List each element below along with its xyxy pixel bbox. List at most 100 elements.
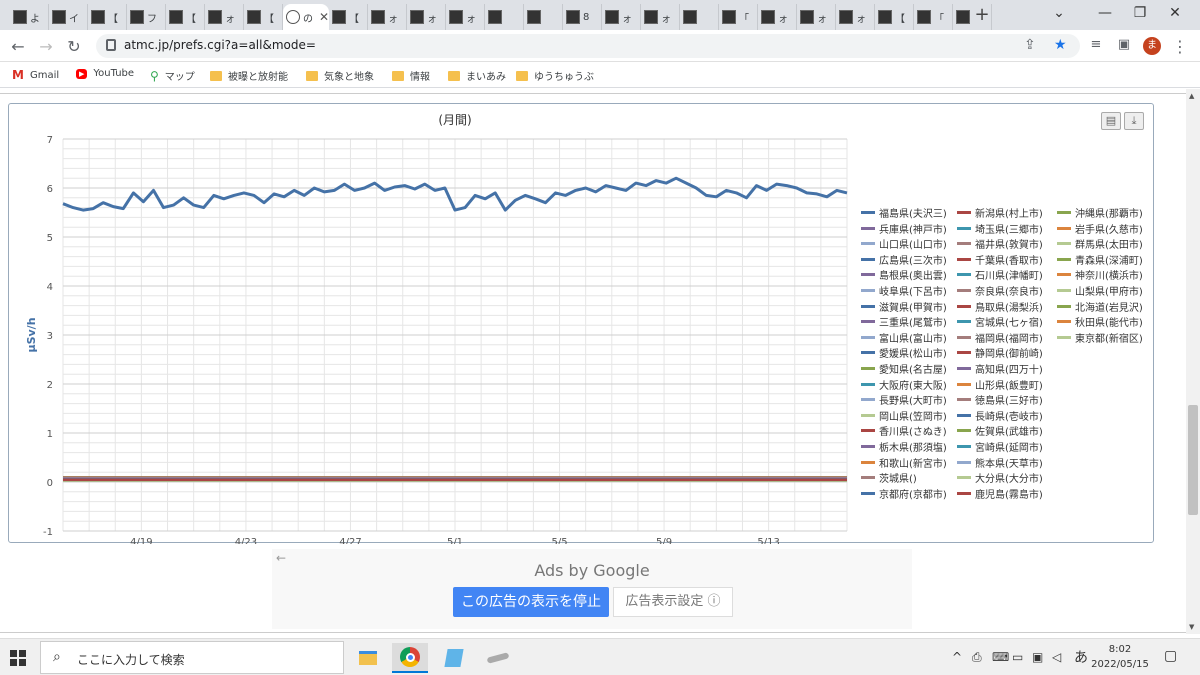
legend-item[interactable]: 栃木県(那須塩) [861, 439, 947, 454]
scroll-up-icon[interactable]: ▲ [1189, 92, 1194, 100]
restore-icon[interactable]: ❐ [1125, 5, 1155, 21]
bookmark-item[interactable]: 気象と地象 [306, 68, 374, 83]
tab-close-icon[interactable]: ✕ [319, 10, 329, 24]
url-text[interactable]: atmc.jp/prefs.cgi?a=all&mode= [124, 38, 316, 52]
notification-icon[interactable]: ▢ [1164, 648, 1177, 664]
legend-item[interactable]: 山梨県(甲府市) [1057, 283, 1143, 298]
browser-tab[interactable]: ォ [797, 4, 836, 30]
legend-item[interactable]: 愛媛県(松山市) [861, 345, 947, 360]
ime-indicator[interactable]: あ [1074, 647, 1088, 667]
share-icon[interactable]: ⇪ [1024, 37, 1036, 53]
new-tab-button[interactable]: + [970, 5, 994, 25]
legend-item[interactable]: 鳥取県(湯梨浜) [957, 299, 1043, 314]
side-panel-icon[interactable]: ▣ [1114, 37, 1134, 52]
tray-chevron-icon[interactable]: ^ [952, 650, 962, 664]
address-bar[interactable]: atmc.jp/prefs.cgi?a=all&mode= ⇪ ★ [96, 34, 1080, 58]
legend-item[interactable]: 愛知県(名古屋) [861, 361, 947, 376]
legend-item[interactable]: 佐賀県(武雄市) [957, 423, 1043, 438]
browser-tab[interactable]: 【 [88, 4, 127, 30]
print-icon[interactable]: ▤ [1101, 112, 1121, 130]
legend-item[interactable]: 福井県(敦賀市) [957, 236, 1043, 251]
legend-item[interactable]: 沖縄県(那覇市) [1057, 205, 1143, 220]
legend-item[interactable]: 広島県(三次市) [861, 252, 947, 267]
windows-start-icon[interactable] [10, 650, 26, 666]
legend-item[interactable]: 石川県(津幡町) [957, 267, 1043, 282]
scrollbar-thumb[interactable] [1188, 405, 1198, 515]
legend-item[interactable]: 静岡県(御前崎) [957, 345, 1043, 360]
meet-icon[interactable]: ⎙ [972, 650, 982, 665]
network-icon[interactable]: ⌨ [992, 650, 1009, 664]
chrome-icon[interactable] [392, 643, 428, 673]
taskbar-search[interactable]: ⌕ ここに入力して検索 [40, 641, 344, 674]
browser-tab[interactable]: イ [49, 4, 88, 30]
browser-tab[interactable]: 【 [875, 4, 914, 30]
legend-item[interactable]: 神奈川(横浜市) [1057, 267, 1143, 282]
legend-item[interactable]: 兵庫県(神戸市) [861, 221, 947, 236]
file-explorer-icon[interactable] [350, 643, 386, 673]
legend-item[interactable]: 長崎県(壱岐市) [957, 408, 1043, 423]
browser-tab[interactable]: 【 [244, 4, 283, 30]
browser-tab[interactable]: ォ [407, 4, 446, 30]
monitor-icon[interactable]: ▣ [1032, 650, 1043, 664]
bookmark-item[interactable]: ▶ YouTube [76, 68, 134, 79]
browser-tab[interactable]: フ [127, 4, 166, 30]
legend-item[interactable]: 福島県(夫沢三) [861, 205, 947, 220]
lock-icon[interactable] [106, 39, 116, 51]
app-icon[interactable] [480, 643, 516, 673]
legend-item[interactable]: 宮城県(七ヶ宿) [957, 314, 1043, 329]
browser-tab[interactable]: 「 [914, 4, 953, 30]
notepad-icon[interactable] [436, 643, 472, 673]
browser-tab[interactable]: ォ [446, 4, 485, 30]
legend-item[interactable]: 岩手県(久慈市) [1057, 221, 1143, 236]
browser-tab[interactable]: 【 [166, 4, 205, 30]
browser-tab[interactable]: ォ [205, 4, 244, 30]
legend-item[interactable]: 京都府(京都市) [861, 486, 947, 501]
browser-tab[interactable]: ォ [602, 4, 641, 30]
bookmark-item[interactable]: まいあみ [448, 68, 506, 83]
legend-item[interactable]: 熊本県(天草市) [957, 455, 1043, 470]
legend-item[interactable]: 埼玉県(三郷市) [957, 221, 1043, 236]
browser-tab[interactable]: 【 [329, 4, 368, 30]
forward-icon[interactable]: → [36, 37, 56, 56]
browser-tab[interactable]: ォ [368, 4, 407, 30]
legend-item[interactable]: 三重県(尾鷲市) [861, 314, 947, 329]
minimize-icon[interactable]: — [1090, 5, 1120, 21]
reload-icon[interactable]: ↻ [64, 37, 84, 56]
legend-item[interactable]: 秋田県(能代市) [1057, 314, 1143, 329]
browser-tab[interactable]: 8 [563, 4, 602, 30]
legend-item[interactable]: 滋賀県(甲賀市) [861, 299, 947, 314]
bookmark-item[interactable]: M Gmail [12, 68, 59, 82]
browser-tab[interactable]: ォ [641, 4, 680, 30]
legend-item[interactable]: 岐阜県(下呂市) [861, 283, 947, 298]
legend-item[interactable]: 高知県(四万十) [957, 361, 1043, 376]
legend-item[interactable]: 奈良県(奈良市) [957, 283, 1043, 298]
stop-ad-button[interactable]: この広告の表示を停止 [453, 587, 609, 617]
browser-tab[interactable]: よ [10, 4, 49, 30]
browser-tab[interactable] [485, 4, 524, 30]
browser-tab[interactable] [680, 4, 719, 30]
scroll-down-icon[interactable]: ▼ [1189, 623, 1194, 631]
bookmark-item[interactable]: 情報 [392, 68, 430, 83]
legend-item[interactable]: 富山県(富山市) [861, 330, 947, 345]
legend-item[interactable]: 福岡県(福岡市) [957, 330, 1043, 345]
taskbar-clock[interactable]: 8:02 2022/05/15 [1090, 642, 1150, 672]
legend-item[interactable]: 大分県(大分市) [957, 470, 1043, 485]
bookmark-item[interactable]: ゆうちゅうぶ [516, 68, 594, 83]
page-scrollbar[interactable]: ▲ ▼ [1186, 89, 1200, 634]
legend-item[interactable]: 千葉県(香取市) [957, 252, 1043, 267]
ad-settings-button[interactable]: 広告表示設定 ⓘ [613, 587, 733, 617]
legend-item[interactable]: 茨城県() [861, 470, 917, 485]
tab-search-icon[interactable]: ⌄ [1044, 5, 1074, 21]
browser-tab[interactable]: ォ [836, 4, 875, 30]
volume-icon[interactable]: ◁ [1052, 650, 1061, 664]
legend-item[interactable]: 鹿児島(霧島市) [957, 486, 1043, 501]
legend-item[interactable]: 島根県(奥出雲) [861, 267, 947, 282]
legend-item[interactable]: 宮崎県(延岡市) [957, 439, 1043, 454]
legend-item[interactable]: 長野県(大町市) [861, 392, 947, 407]
battery-icon[interactable]: ▭ [1012, 650, 1023, 664]
legend-item[interactable]: 北海道(岩見沢) [1057, 299, 1143, 314]
browser-tab[interactable]: ォ [758, 4, 797, 30]
legend-item[interactable]: 青森県(深浦町) [1057, 252, 1143, 267]
profile-avatar[interactable]: ま [1143, 37, 1161, 55]
browser-tab[interactable] [524, 4, 563, 30]
